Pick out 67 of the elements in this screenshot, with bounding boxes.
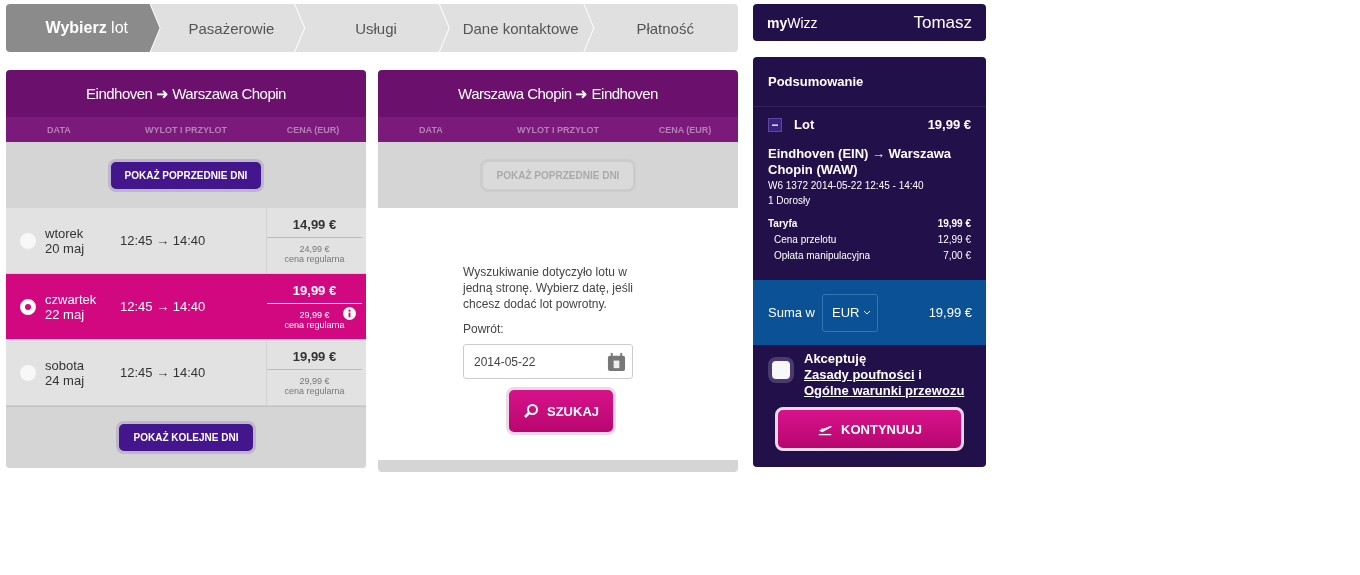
chevron-down-icon [863, 310, 872, 315]
column-header: WYLOT I PRZYLOT [144, 124, 228, 135]
return-date-field[interactable]: 2014-05-22 [463, 344, 633, 379]
flight-times: 12:45 → 14:40 [120, 233, 207, 248]
brand-logo[interactable]: myWizz [767, 14, 818, 31]
user-name[interactable]: Tomasz [913, 12, 972, 33]
weekday: sobota [45, 357, 86, 373]
search-button[interactable]: SZUKAJ [506, 387, 616, 435]
total-label: Suma w [768, 305, 815, 320]
search-icon [523, 403, 539, 419]
route-title: Warszawa Chopin ➜ Eindhoven [378, 70, 738, 117]
fare-label: Taryfa [768, 217, 798, 231]
regular-price: 24,99 € [299, 244, 330, 254]
currency-dropdown[interactable]: EUR [821, 293, 879, 332]
total-amount: 19,99 € [928, 305, 972, 320]
terms-link[interactable]: Zasady poufności [804, 367, 915, 382]
summary-title: Podsumowanie [753, 57, 986, 107]
step-tab[interactable]: Dane kontaktowe [439, 4, 594, 52]
calendar-icon[interactable] [607, 352, 626, 371]
next-days-button[interactable]: POKAŻ KOLEJNE DNI [116, 421, 256, 454]
route-title: Eindhoven ➜ Warszawa Chopin [6, 70, 366, 117]
weekday: czwartek [45, 291, 98, 307]
previous-days-button[interactable]: POKAŻ POPRZEDNIE DNI [107, 158, 265, 192]
column-header: CENA (EUR) [657, 124, 713, 135]
column-header: DATA [418, 124, 444, 135]
terms-text: Akceptuję Zasady poufności i Ogólne warunki przewozu [804, 351, 966, 399]
column-header: DATA [46, 124, 72, 135]
step-tab[interactable]: Płatność [584, 4, 738, 52]
flight-row[interactable]: czwartek 22 maj 12:45 → 14:40 19,99 € 29,99 € cena regularna [6, 274, 366, 340]
flight-row[interactable]: sobota 24 maj 12:45 → 14:40 19,99 € 29,99 € cena regularna [6, 340, 366, 406]
regular-price: 29,99 € [299, 376, 330, 386]
route-text: Eindhoven (EIN) → Warszawa Chopin (WAW) [768, 146, 952, 178]
fare-label: Opłata manipulacyjna [774, 249, 871, 263]
column-header: WYLOT I PRZYLOT [516, 124, 600, 135]
date: 22 maj [45, 306, 86, 322]
regular-price-label: cena regularna [284, 320, 345, 330]
section-price: 19,99 € [927, 117, 971, 132]
flight-details: W6 1372 2014-05-22 12:45 - 14:40 [768, 180, 925, 191]
return-label: Powrót: [463, 322, 504, 336]
one-way-message: Wyszukiwanie dotyczyło lotu w jedną stronę. Wybierz datę, jeśli chcesz dodać lot powrotny. [463, 264, 634, 312]
regular-price: 29,99 € [299, 310, 330, 320]
price: 14,99 € [267, 217, 362, 238]
collapse-toggle[interactable] [768, 117, 782, 132]
column-header: CENA (EUR) [285, 124, 341, 135]
weekday: wtorek [45, 225, 85, 241]
flight-times: 12:45 → 14:40 [120, 365, 207, 380]
radio-button[interactable] [20, 298, 36, 315]
terms-checkbox[interactable] [768, 357, 794, 383]
price: 19,99 € [267, 349, 362, 370]
fare-value: 12,99 € [937, 233, 971, 247]
regular-price-label: cena regularna [284, 386, 345, 396]
fare-label: Cena przelotu [774, 233, 837, 247]
date: 20 maj [45, 240, 86, 256]
passenger-count: 1 Dorosły [768, 195, 812, 206]
step-tab[interactable]: Usługi [295, 4, 449, 52]
flight-row[interactable]: wtorek 20 maj 12:45 → 14:40 14,99 € 24,99 € cena regularna [6, 208, 366, 274]
date: 24 maj [45, 372, 86, 388]
fare-value: 19,99 € [937, 217, 971, 231]
step-tab[interactable]: Pasażerowie [150, 4, 305, 52]
info-icon[interactable] [343, 307, 356, 320]
fare-value: 7,00 € [943, 249, 971, 263]
flight-times: 12:45 → 14:40 [120, 299, 207, 314]
section-label: Lot [794, 117, 816, 132]
terms-link[interactable]: Ogólne warunki przewozu [804, 383, 965, 398]
price: 19,99 € [267, 283, 362, 304]
continue-button[interactable]: KONTYNUUJ [775, 407, 964, 451]
regular-price-label: cena regularna [284, 254, 345, 264]
